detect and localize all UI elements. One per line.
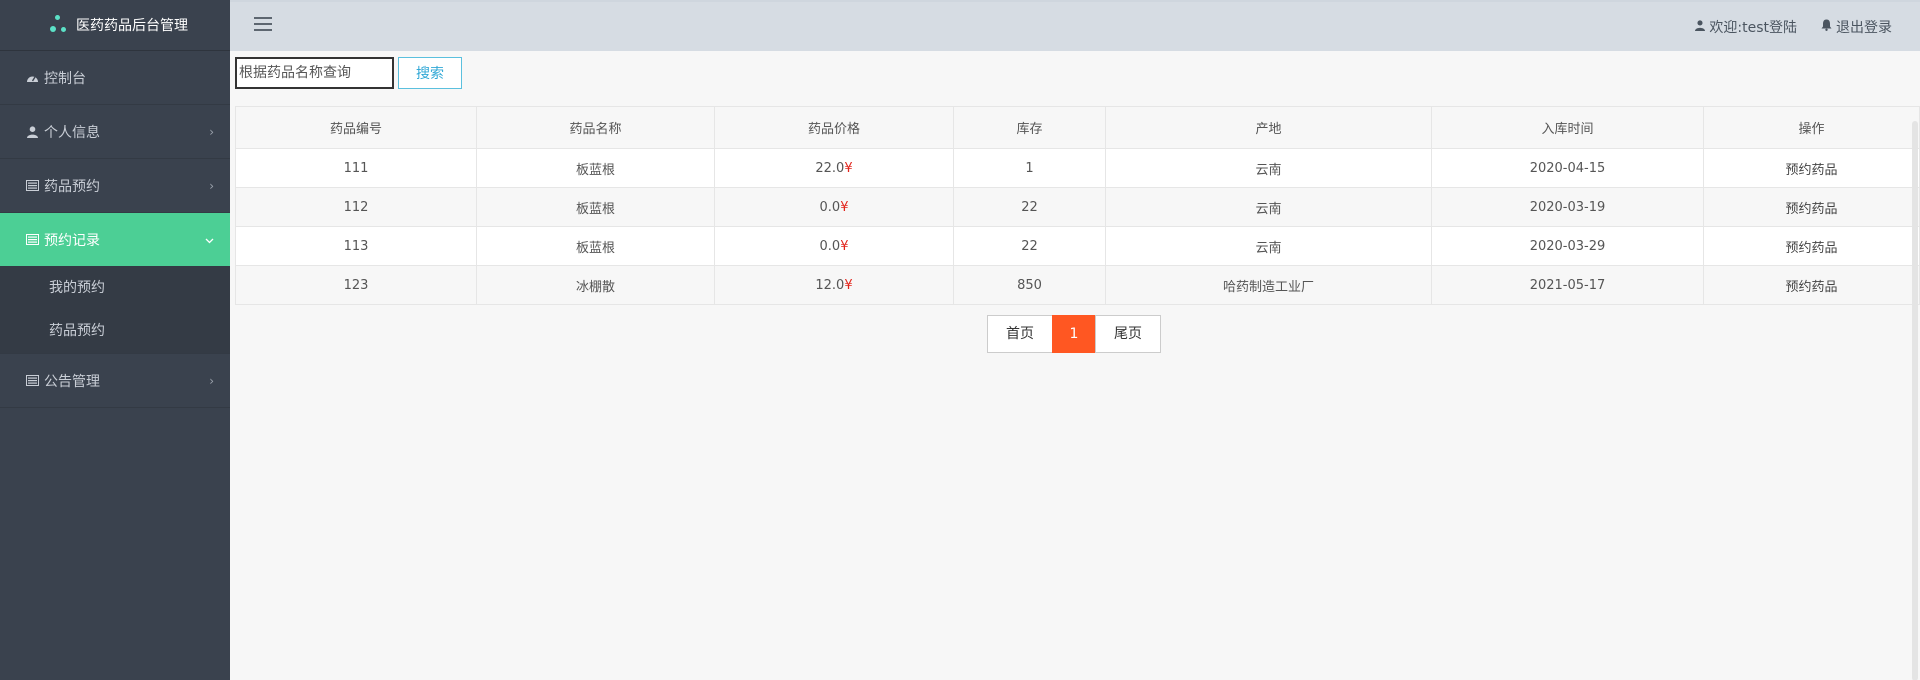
list-icon [25,179,39,193]
list-icon [25,374,39,388]
drug-table: 药品编号 药品名称 药品价格 库存 产地 入库时间 操作 111 板蓝根 22.… [235,106,1920,305]
reserve-drug-link[interactable]: 预约药品 [1785,241,1837,256]
header-actions: 欢迎:test登陆 退出登录 [1671,2,1892,51]
sidebar: 医药药品后台管理 控制台 个人信息 › 药品预约 › 预约记录 我的预约 药品预… [0,0,230,680]
chevron-right-icon: › [209,373,214,388]
chevron-right-icon: › [209,178,214,193]
table-row: 113 板蓝根 0.0¥ 22 云南 2020-03-29 预约药品 [235,226,1920,266]
cell-id: 113 [235,226,477,266]
currency-symbol: ¥ [840,238,849,254]
cell-price: 0.0¥ [714,226,954,266]
sidebar-item-label: 公告管理 [44,373,100,390]
column-header-action: 操作 [1703,106,1920,149]
cell-action: 预约药品 [1703,187,1920,227]
column-header-origin: 产地 [1105,106,1432,149]
table-header-row: 药品编号 药品名称 药品价格 库存 产地 入库时间 操作 [235,106,1920,149]
sidebar-subitem-drug-reservation[interactable]: 药品预约 [0,310,230,353]
search-input[interactable] [235,57,394,89]
column-header-id: 药品编号 [235,106,477,149]
column-header-date: 入库时间 [1431,106,1704,149]
cell-action: 预约药品 [1703,265,1920,305]
reserve-drug-link[interactable]: 预约药品 [1785,202,1837,217]
column-header-name: 药品名称 [476,106,715,149]
cell-origin: 云南 [1105,148,1432,188]
vertical-scrollbar[interactable] [1912,121,1918,680]
price-value: 12.0 [815,277,845,293]
cell-date: 2020-04-15 [1431,148,1704,188]
sidebar-item-reservation-records[interactable]: 预约记录 [0,213,230,267]
price-value: 0.0 [819,238,841,254]
price-value: 22.0 [815,160,845,176]
sidebar-item-label: 控制台 [44,70,86,87]
welcome-link[interactable]: 欢迎:test登陆 [1695,17,1797,37]
top-header: 欢迎:test登陆 退出登录 [230,0,1920,51]
last-page-button[interactable]: 尾页 [1095,315,1161,353]
cell-stock: 850 [953,265,1106,305]
price-value: 0.0 [819,199,841,215]
search-button[interactable]: 搜索 [398,57,462,89]
submenu-reservation-records: 我的预约 药品预约 [0,267,230,354]
sidebar-item-drug-reservation[interactable]: 药品预约 › [0,159,230,213]
column-header-price: 药品价格 [714,106,954,149]
sidebar-item-dashboard[interactable]: 控制台 [0,51,230,105]
menu-toggle-icon[interactable] [254,17,272,33]
cell-price: 12.0¥ [714,265,954,305]
first-page-button[interactable]: 首页 [987,315,1053,353]
cell-origin: 云南 [1105,226,1432,266]
dashboard-icon [25,71,39,85]
table-row: 123 冰棚散 12.0¥ 850 哈药制造工业厂 2021-05-17 预约药… [235,265,1920,305]
sidebar-item-label: 药品预约 [44,178,100,195]
cell-id: 112 [235,187,477,227]
app-title: 医药药品后台管理 [76,18,188,34]
cell-stock: 22 [953,187,1106,227]
cell-name: 板蓝根 [476,148,715,188]
chevron-down-icon [205,233,214,247]
cell-date: 2020-03-29 [1431,226,1704,266]
logout-text: 退出登录 [1836,19,1892,36]
bell-icon [1821,19,1832,34]
app-logo[interactable]: 医药药品后台管理 [0,0,230,51]
cell-price: 22.0¥ [714,148,954,188]
cell-id: 123 [235,265,477,305]
cell-date: 2021-05-17 [1431,265,1704,305]
cell-price: 0.0¥ [714,187,954,227]
table-row: 111 板蓝根 22.0¥ 1 云南 2020-04-15 预约药品 [235,148,1920,188]
logout-link[interactable]: 退出登录 [1821,17,1892,37]
cell-stock: 22 [953,226,1106,266]
cell-name: 冰棚散 [476,265,715,305]
user-icon [1695,19,1706,34]
reserve-drug-link[interactable]: 预约药品 [1785,280,1837,295]
cell-action: 预约药品 [1703,148,1920,188]
welcome-text: 欢迎:test登陆 [1709,19,1797,36]
current-page-button[interactable]: 1 [1052,315,1096,353]
cell-origin: 哈药制造工业厂 [1105,265,1432,305]
currency-symbol: ¥ [840,199,849,215]
currency-symbol: ¥ [844,160,853,176]
cell-name: 板蓝根 [476,226,715,266]
cell-id: 111 [235,148,477,188]
currency-symbol: ¥ [844,277,853,293]
sidebar-item-label: 个人信息 [44,124,100,141]
cell-stock: 1 [953,148,1106,188]
cell-name: 板蓝根 [476,187,715,227]
cell-date: 2020-03-19 [1431,187,1704,227]
list-icon [25,233,39,247]
sidebar-item-label: 预约记录 [44,232,100,249]
search-toolbar: 搜索 [235,57,462,89]
chevron-right-icon: › [209,124,214,139]
logo-icon [48,14,70,36]
sidebar-item-announcements[interactable]: 公告管理 › [0,354,230,408]
pagination: 首页 1 尾页 [987,315,1161,353]
user-icon [25,125,39,139]
reserve-drug-link[interactable]: 预约药品 [1785,163,1837,178]
sidebar-item-profile[interactable]: 个人信息 › [0,105,230,159]
column-header-stock: 库存 [953,106,1106,149]
sidebar-subitem-my-reservations[interactable]: 我的预约 [0,267,230,310]
cell-action: 预约药品 [1703,226,1920,266]
cell-origin: 云南 [1105,187,1432,227]
main-content: 搜索 药品编号 药品名称 药品价格 库存 产地 入库时间 操作 111 板蓝根 [230,51,1920,680]
table-row: 112 板蓝根 0.0¥ 22 云南 2020-03-19 预约药品 [235,187,1920,227]
